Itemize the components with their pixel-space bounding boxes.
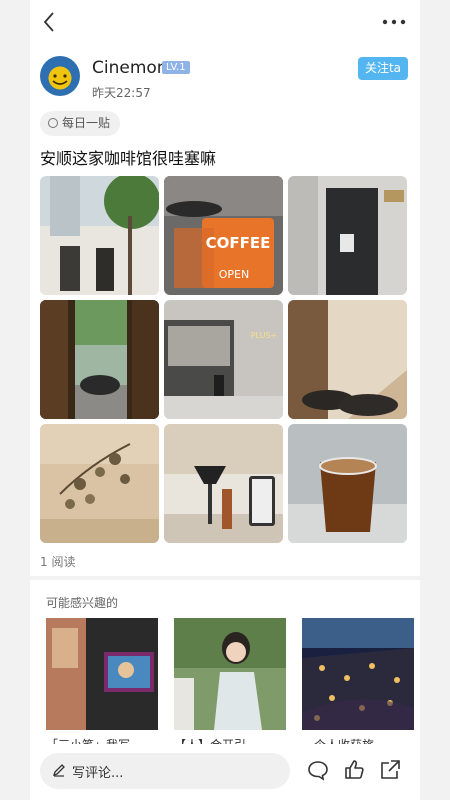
read-count: 1 阅读	[40, 555, 76, 569]
recommend-title: 可能感兴趣的	[46, 596, 119, 610]
topic-tag[interactable]: 每日一贴	[40, 111, 121, 136]
post-time: 昨天22:57	[92, 86, 151, 100]
photo-3[interactable]	[288, 176, 407, 295]
photo-4[interactable]	[40, 300, 159, 419]
section-divider	[30, 576, 420, 580]
photo-8[interactable]	[164, 424, 283, 543]
topic-tag-label: 每日一贴	[62, 116, 111, 130]
back-icon[interactable]	[38, 10, 62, 34]
comment-icon[interactable]	[306, 758, 330, 782]
bottom-bar: 写评论...	[30, 744, 420, 800]
recommend-card-2[interactable]	[174, 618, 286, 730]
follow-button[interactable]: 关注ta	[358, 57, 408, 80]
left-margin	[0, 0, 30, 800]
photo-7[interactable]	[40, 424, 159, 543]
open-sign-text: OPEN	[219, 268, 249, 281]
post-title: 安顺这家咖啡馆很哇塞嘛	[40, 149, 217, 168]
comment-input[interactable]: 写评论...	[40, 753, 290, 789]
photo-9[interactable]	[288, 424, 407, 543]
photo-1[interactable]	[40, 176, 159, 295]
recommend-card-3[interactable]	[302, 618, 414, 730]
tag-icon	[48, 118, 58, 128]
pen-icon	[52, 764, 65, 777]
photo-2-coffee-sign[interactable]: COFFEE OPEN	[164, 176, 283, 295]
avatar[interactable]	[40, 56, 80, 96]
smiley-avatar-image	[52, 74, 68, 85]
plus-sign-text: PLUS+	[251, 331, 278, 340]
like-icon[interactable]	[342, 758, 366, 782]
level-badge: LV.1	[162, 61, 190, 74]
right-margin	[420, 0, 450, 800]
share-icon[interactable]	[378, 758, 402, 782]
more-icon[interactable]	[380, 12, 408, 32]
username[interactable]: Cinemon	[92, 58, 168, 78]
photo-6[interactable]	[288, 300, 407, 419]
recommend-card-1[interactable]	[46, 618, 158, 730]
screen: Cinemon LV.1 昨天22:57 关注ta 每日一贴 安顺这家咖啡馆很哇…	[0, 0, 450, 800]
post-page: Cinemon LV.1 昨天22:57 关注ta 每日一贴 安顺这家咖啡馆很哇…	[30, 0, 420, 800]
top-bar	[30, 0, 420, 46]
photo-5-plus-sign[interactable]: PLUS+	[164, 300, 283, 419]
coffee-sign-text: COFFEE	[206, 234, 271, 252]
comment-placeholder: 写评论...	[72, 766, 124, 781]
